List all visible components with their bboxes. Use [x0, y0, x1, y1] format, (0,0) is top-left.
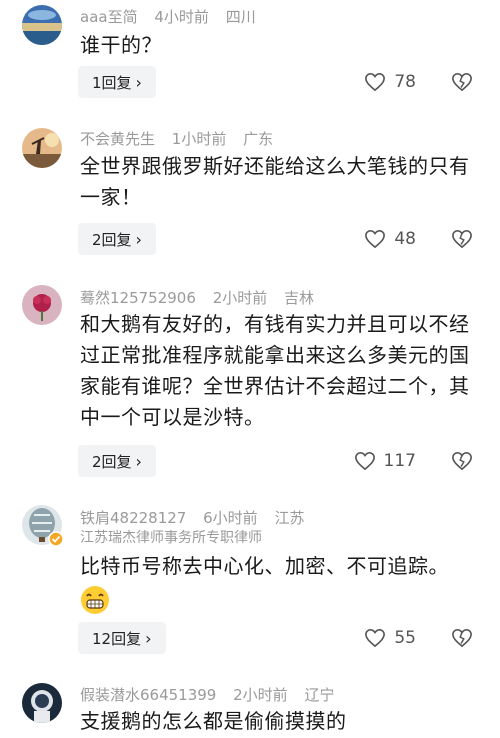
reply-button[interactable]: 1回复 ›: [78, 66, 156, 98]
comment-meta: 蓦然125752906 2小时前 吉林: [80, 287, 326, 308]
location: 广东: [243, 130, 274, 148]
reply-count: 1回复: [92, 73, 132, 92]
dislike-button[interactable]: [450, 622, 474, 654]
reply-button[interactable]: 2回复 ›: [78, 223, 156, 255]
timestamp: 6小时前: [203, 509, 258, 527]
chevron-right-icon: ›: [135, 229, 142, 249]
comment-meta: 假装潜水66451399 2小时前 辽宁: [80, 684, 346, 705]
verified-title: 江苏瑞杰律师事务所专职律师: [80, 530, 262, 546]
comment-meta: 铁肩48228127 6小时前 江苏: [80, 507, 316, 528]
dislike-button[interactable]: [450, 445, 474, 477]
comment-item: aaa至简 4小时前 四川 谁干的？ 1回复 › 78: [0, 0, 500, 110]
comment-text: 全世界跟俄罗斯好还能给这么大笔钱的只有一家！: [80, 154, 470, 209]
reply-button[interactable]: 12回复 ›: [78, 622, 166, 654]
avatar[interactable]: [22, 285, 62, 325]
comment-item: 蓦然125752906 2小时前 吉林 和大鹅有友好的，有钱有实力并且可以不经过…: [0, 285, 500, 485]
timestamp: 2小时前: [233, 686, 288, 704]
avatar[interactable]: [22, 683, 62, 723]
grinning-face-icon: [80, 585, 110, 615]
comment-item: 不会黄先生 1小时前 广东 全世界跟俄罗斯好还能给这么大笔钱的只有一家！ 2回复…: [0, 125, 500, 265]
location: 吉林: [284, 289, 315, 307]
timestamp: 2小时前: [212, 289, 268, 307]
avatar[interactable]: [22, 505, 64, 547]
comment-item: 铁肩48228127 6小时前 江苏 江苏瑞杰律师事务所专职律师 比特币号称去中…: [0, 505, 500, 675]
comment-text: 支援鹅的怎么都是偷偷摸摸的: [80, 709, 347, 733]
like-count: 48: [394, 229, 416, 249]
broken-heart-icon: [452, 451, 472, 471]
username[interactable]: 不会黄先生: [80, 130, 155, 148]
like-button[interactable]: 117: [354, 445, 416, 477]
like-button[interactable]: 78: [364, 66, 416, 98]
username[interactable]: 假装潜水66451399: [80, 686, 216, 704]
reply-count: 2回复: [92, 452, 132, 471]
broken-heart-icon: [452, 229, 472, 249]
comment-text: 比特币号称去中心化、加密、不可追踪。: [80, 554, 449, 578]
like-button[interactable]: 48: [364, 223, 416, 255]
heart-outline-icon: [365, 72, 386, 92]
timestamp: 4小时前: [154, 8, 209, 26]
username[interactable]: aaa至简: [80, 8, 138, 26]
comment-text: 和大鹅有友好的，有钱有实力并且可以不经过正常批准程序就能拿出来这么多美元的国家能…: [80, 312, 470, 429]
heart-outline-icon: [354, 451, 375, 471]
location: 辽宁: [304, 686, 335, 704]
dislike-button[interactable]: [450, 66, 474, 98]
comment-meta: aaa至简 4小时前 四川: [80, 6, 268, 27]
comment-item: 假装潜水66451399 2小时前 辽宁 支援鹅的怎么都是偷偷摸摸的: [0, 680, 500, 738]
dislike-button[interactable]: [450, 223, 474, 255]
avatar[interactable]: [22, 128, 62, 168]
like-count: 78: [394, 72, 416, 92]
broken-heart-icon: [452, 628, 472, 648]
heart-outline-icon: [365, 229, 386, 249]
like-button[interactable]: 55: [364, 622, 416, 654]
username[interactable]: 蓦然125752906: [80, 289, 196, 307]
location: 四川: [225, 8, 256, 26]
chevron-right-icon: ›: [135, 451, 142, 471]
chevron-right-icon: ›: [135, 72, 142, 92]
comment-text: 谁干的？: [80, 33, 162, 57]
broken-heart-icon: [452, 72, 472, 92]
reply-button[interactable]: 2回复 ›: [78, 445, 156, 477]
comment-meta: 不会黄先生 1小时前 广东: [80, 128, 285, 149]
reply-count: 12回复: [92, 629, 142, 648]
location: 江苏: [274, 509, 305, 527]
like-count: 117: [383, 451, 416, 471]
avatar[interactable]: [22, 5, 62, 45]
username[interactable]: 铁肩48228127: [80, 509, 186, 527]
like-count: 55: [394, 628, 416, 648]
timestamp: 1小时前: [171, 130, 227, 148]
heart-outline-icon: [365, 628, 386, 648]
reply-count: 2回复: [92, 230, 132, 249]
chevron-right-icon: ›: [145, 628, 152, 648]
